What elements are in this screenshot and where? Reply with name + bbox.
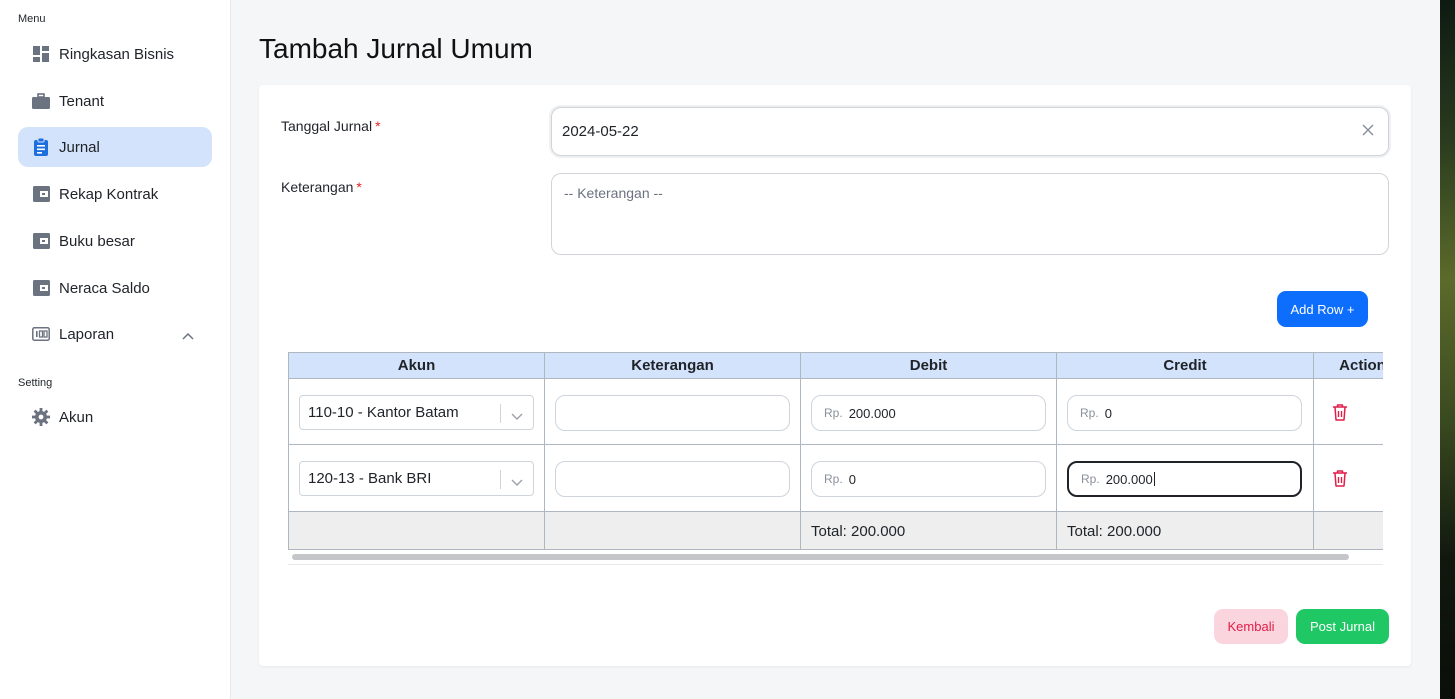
description-textarea[interactable]: -- Keterangan -- [551,173,1389,255]
debit-value: 200.000 [848,405,896,421]
clipboard-icon [32,138,50,156]
trash-icon[interactable] [1332,403,1348,421]
table-cell: Rp. 0 [800,444,1057,512]
currency-prefix: Rp. [824,406,843,420]
table-row: 120-13 - Bank BRI [288,444,545,512]
wallet-icon [32,232,50,250]
horizontal-scrollbar[interactable] [292,554,1349,560]
sidebar-item-neraca-saldo[interactable]: Neraca Saldo [18,268,212,308]
sidebar-item-ringkasan-bisnis[interactable]: Ringkasan Bisnis [18,34,212,74]
back-button[interactable]: Kembali [1214,609,1288,644]
select-divider [500,404,501,423]
sidebar-item-label: Tenant [59,92,105,110]
table-cell [544,378,801,445]
row-description-input[interactable] [555,461,790,497]
debit-input[interactable]: Rp. 200.000 [811,395,1046,431]
account-value: 110-10 - Kantor Batam [308,404,459,421]
table-row: 110-10 - Kantor Batam [288,378,545,445]
sidebar-item-rekap-kontrak[interactable]: Rekap Kontrak [18,174,212,214]
column-header-debit: Debit [800,352,1057,379]
currency-prefix: Rp. [1081,472,1100,486]
journal-form-card: Tanggal Jurnal * 2024-05-22 Keterangan * -… [259,85,1411,666]
report-icon [32,325,50,343]
table-cell [1313,378,1383,445]
date-value: 2024-05-22 [562,123,639,140]
table-cell [544,444,801,512]
credit-value: 200.000 [1105,471,1153,487]
add-row-button[interactable]: Add Row + [1277,291,1368,327]
post-journal-button[interactable]: Post Jurnal [1296,609,1389,644]
background-window-edge [1440,0,1455,699]
total-credit: Total: 200.000 [1067,523,1162,540]
wallet-icon [32,279,50,297]
column-header-action: Action [1313,352,1383,379]
table-cell [1313,444,1383,512]
row-description-input[interactable] [555,395,790,431]
table-cell: Rp. 200.000 [800,378,1057,445]
table-cell: Rp. 200.000 [1056,444,1314,512]
required-mark: * [375,118,381,134]
sidebar-item-buku-besar[interactable]: Buku besar [18,221,212,261]
clear-icon[interactable] [1362,123,1374,140]
description-field-label: Keterangan * [281,179,362,195]
sidebar-item-label: Neraca Saldo [59,279,150,297]
column-header-akun: Akun [288,352,545,379]
trash-icon[interactable] [1332,469,1348,487]
debit-value: 0 [848,471,856,487]
sidebar-item-akun[interactable]: Akun [18,397,212,437]
table-footer-cell [1313,511,1383,550]
account-select[interactable]: 120-13 - Bank BRI [299,461,534,496]
debit-input[interactable]: Rp. 0 [811,461,1046,497]
sidebar-item-laporan[interactable]: Laporan [18,314,212,354]
wallet-icon [32,185,50,203]
credit-value: 0 [1104,405,1112,421]
sidebar-item-label: Buku besar [59,232,135,250]
credit-input[interactable]: Rp. 0 [1067,395,1302,431]
select-divider [500,470,501,489]
dashboard-icon [32,45,50,63]
table-footer-cell [288,511,545,550]
description-label-text: Keterangan [281,179,354,195]
sidebar-item-tenant[interactable]: Tenant [18,81,212,121]
menu-section-label: Menu [18,13,46,25]
date-input[interactable]: 2024-05-22 [551,107,1389,156]
sidebar-item-label: Akun [59,408,94,426]
chevron-down-icon[interactable] [511,408,523,425]
scroll-track [288,564,1383,565]
total-credit-cell: Total: 200.000 [1056,511,1314,550]
column-header-keterangan: Keterangan [544,352,801,379]
sidebar-item-label: Ringkasan Bisnis [59,45,175,63]
journal-table: Akun Keterangan Debit Credit Action 110-… [288,352,1383,551]
table-footer-cell [544,511,801,550]
gear-icon [32,408,50,426]
sidebar-item-jurnal[interactable]: Jurnal [18,127,212,167]
currency-prefix: Rp. [1080,406,1099,420]
table-cell: Rp. 0 [1056,378,1314,445]
chevron-down-icon[interactable] [511,474,523,491]
account-value: 120-13 - Bank BRI [308,470,432,487]
briefcase-icon [32,92,50,110]
sidebar-item-label: Jurnal [59,138,100,156]
credit-input[interactable]: Rp. 200.000 [1067,461,1302,497]
required-mark: * [356,179,362,195]
total-debit-cell: Total: 200.000 [800,511,1057,550]
date-field-label: Tanggal Jurnal * [281,118,381,134]
column-header-credit: Credit [1056,352,1314,379]
currency-prefix: Rp. [824,472,843,486]
sidebar: Menu Ringkasan Bisnis Tenant Jurnal Reka… [0,0,231,699]
chevron-up-icon[interactable] [182,327,194,344]
sidebar-item-label: Rekap Kontrak [59,185,159,203]
date-label-text: Tanggal Jurnal [281,118,373,134]
text-caret [1153,472,1155,486]
page-title: Tambah Jurnal Umum [259,33,533,64]
total-debit: Total: 200.000 [811,523,906,540]
setting-section-label: Setting [18,377,53,389]
account-select[interactable]: 110-10 - Kantor Batam [299,395,534,430]
sidebar-item-label: Laporan [59,325,115,343]
